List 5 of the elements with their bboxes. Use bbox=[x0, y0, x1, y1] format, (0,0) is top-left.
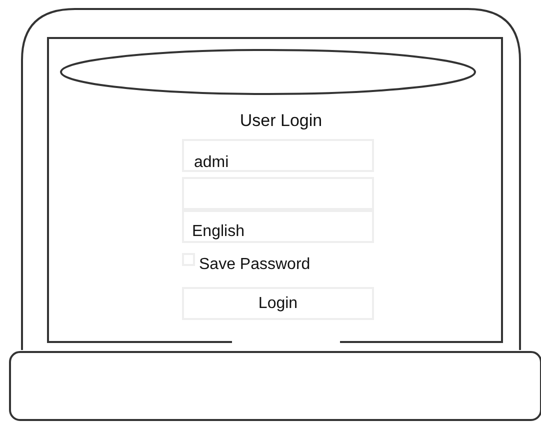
language-field[interactable]: English bbox=[182, 210, 374, 243]
login-button[interactable]: Login bbox=[182, 287, 374, 320]
username-field[interactable]: admi bbox=[182, 139, 374, 172]
login-title: User Login bbox=[238, 111, 324, 132]
save-password-label: Save Password bbox=[199, 256, 310, 274]
